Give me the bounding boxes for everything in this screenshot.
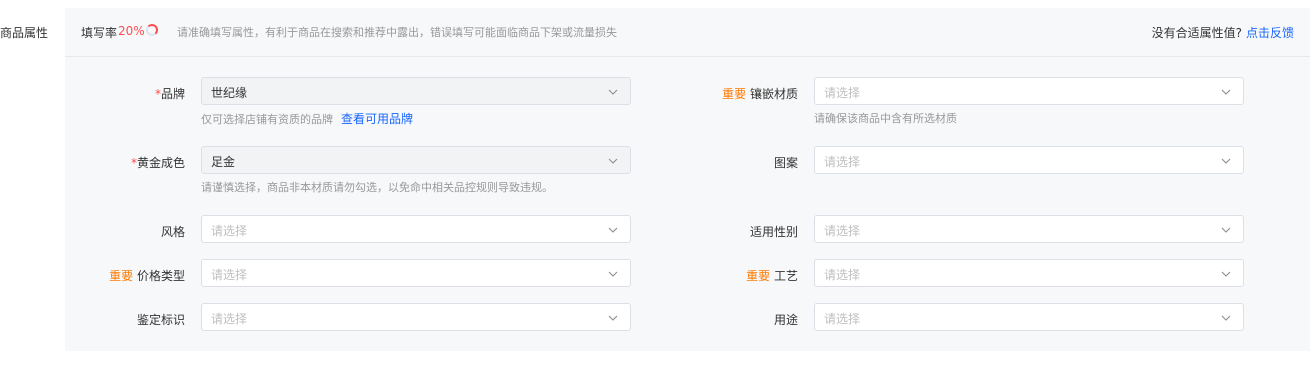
view-brands-link[interactable]: 查看可用品牌 bbox=[341, 112, 413, 126]
gender-select[interactable]: 请选择 bbox=[814, 215, 1244, 243]
pattern-select[interactable]: 请选择 bbox=[814, 146, 1244, 174]
gold-purity-label-text: 黄金成色 bbox=[136, 156, 185, 170]
gold-purity-select[interactable]: 足金 bbox=[201, 146, 631, 174]
brand-value: 世纪缘 bbox=[211, 86, 248, 100]
identification-label: 鉴定标识 bbox=[136, 313, 185, 327]
fill-rate-label: 填写率 bbox=[81, 26, 118, 40]
gender-placeholder: 请选择 bbox=[824, 224, 861, 238]
gold-purity-helper: 请谨慎选择，商品非本材质请勿勾选，以免命中相关品控规则导致违规。 bbox=[201, 181, 553, 194]
chevron-down-icon bbox=[608, 89, 618, 95]
chevron-down-icon bbox=[1221, 271, 1231, 277]
important-tag: 重要 bbox=[746, 269, 771, 283]
style-placeholder: 请选择 bbox=[211, 224, 248, 238]
chevron-down-icon bbox=[1221, 89, 1231, 95]
pattern-label: 图案 bbox=[773, 156, 798, 170]
feedback-link[interactable]: 点击反馈 bbox=[1246, 24, 1294, 41]
inlay-material-label: 重要 镶嵌材质 bbox=[638, 85, 798, 102]
fill-rate-value: 20% bbox=[118, 24, 145, 38]
usage-select[interactable]: 请选择 bbox=[814, 303, 1244, 331]
panel-header: 填写率 20% 请准确填写属性，有利于商品在搜索和推荐中露出，错误填写可能面临商… bbox=[65, 8, 1310, 57]
chevron-down-icon bbox=[608, 227, 618, 233]
gold-purity-value: 足金 bbox=[211, 155, 236, 169]
brand-label: *品牌 bbox=[25, 85, 185, 102]
style-label: 风格 bbox=[160, 225, 185, 239]
important-tag: 重要 bbox=[722, 87, 747, 101]
inlay-material-placeholder: 请选择 bbox=[824, 86, 861, 100]
craft-select[interactable]: 请选择 bbox=[814, 259, 1244, 287]
progress-ring-icon bbox=[146, 24, 158, 36]
chevron-down-icon bbox=[608, 158, 618, 164]
chevron-down-icon bbox=[1221, 315, 1231, 321]
attributes-panel: 填写率 20% 请准确填写属性，有利于商品在搜索和推荐中露出，错误填写可能面临商… bbox=[65, 8, 1310, 351]
brand-helper: 仅可选择店铺有资质的品牌 查看可用品牌 bbox=[201, 110, 413, 127]
feedback-question: 没有合适属性值? bbox=[1151, 26, 1242, 40]
price-type-label: 重要 价格类型 bbox=[25, 267, 185, 284]
craft-label: 重要 工艺 bbox=[638, 267, 798, 284]
brand-select[interactable]: 世纪缘 bbox=[201, 77, 631, 105]
pattern-placeholder: 请选择 bbox=[824, 155, 861, 169]
inlay-material-select[interactable]: 请选择 bbox=[814, 77, 1244, 105]
gender-label: 适用性别 bbox=[749, 225, 798, 239]
craft-label-text: 工艺 bbox=[773, 269, 798, 283]
brand-helper-text: 仅可选择店铺有资质的品牌 bbox=[201, 113, 333, 126]
usage-placeholder: 请选择 bbox=[824, 312, 861, 326]
chevron-down-icon bbox=[608, 315, 618, 321]
style-select[interactable]: 请选择 bbox=[201, 215, 631, 243]
inlay-material-label-text: 镶嵌材质 bbox=[749, 87, 798, 101]
section-title: 商品属性 bbox=[0, 26, 49, 40]
brand-label-text: 品牌 bbox=[160, 87, 185, 101]
craft-placeholder: 请选择 bbox=[824, 268, 861, 282]
inlay-material-helper: 请确保该商品中含有所选材质 bbox=[814, 112, 957, 125]
price-type-placeholder: 请选择 bbox=[211, 268, 248, 282]
identification-select[interactable]: 请选择 bbox=[201, 303, 631, 331]
chevron-down-icon bbox=[608, 271, 618, 277]
usage-label: 用途 bbox=[773, 313, 798, 327]
price-type-label-text: 价格类型 bbox=[136, 269, 185, 283]
chevron-down-icon bbox=[1221, 227, 1231, 233]
price-type-select[interactable]: 请选择 bbox=[201, 259, 631, 287]
important-tag: 重要 bbox=[109, 269, 134, 283]
fill-hint: 请准确填写属性，有利于商品在搜索和推荐中露出，错误填写可能面临商品下架或流量损失 bbox=[177, 26, 617, 39]
identification-placeholder: 请选择 bbox=[211, 312, 248, 326]
gold-purity-label: *黄金成色 bbox=[25, 154, 185, 171]
chevron-down-icon bbox=[1221, 158, 1231, 164]
